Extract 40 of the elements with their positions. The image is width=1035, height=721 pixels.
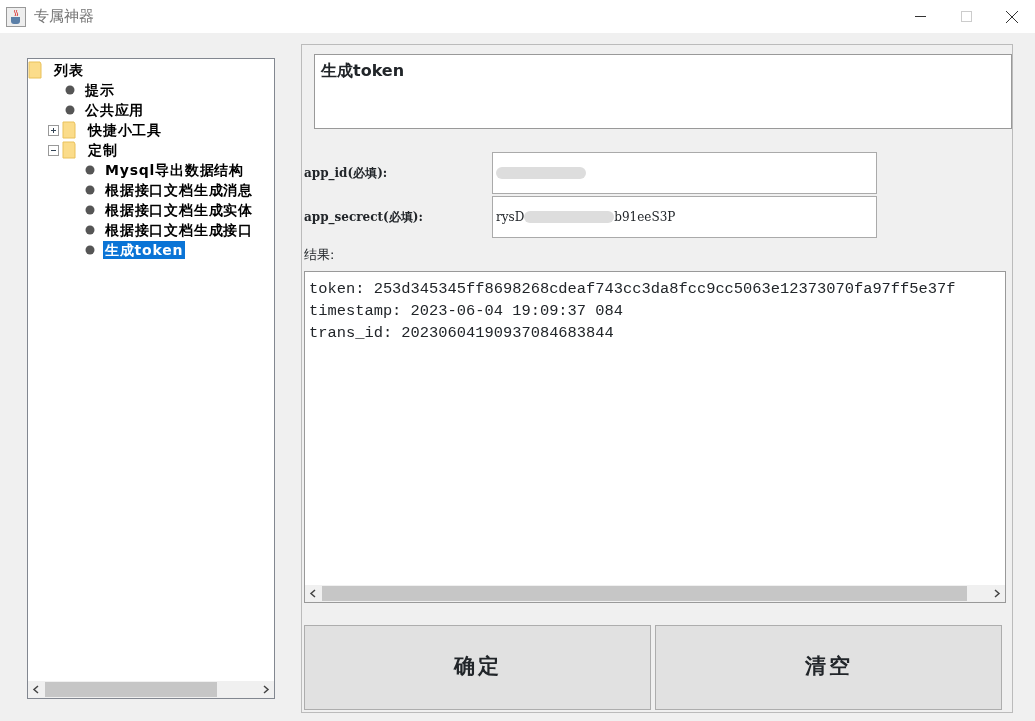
field-label: app_secrect(必填): [304, 209, 424, 226]
tree-item[interactable]: 提示 [83, 81, 117, 99]
bullet-icon [65, 85, 75, 95]
tree-item[interactable]: 根据接口文档生成消息 [103, 181, 255, 199]
tree-item[interactable]: Mysql导出数据结构 [103, 161, 246, 179]
field-label: app_id(必填): [304, 165, 389, 182]
collapse-icon[interactable] [48, 144, 59, 156]
expand-icon[interactable] [48, 124, 59, 136]
bullet-icon [85, 225, 95, 235]
field-value: b91eeS3P [614, 209, 676, 226]
result-line: trans_id: 20230604190937084683844 [309, 322, 615, 344]
horizontal-scrollbar[interactable] [28, 681, 274, 698]
tree-item[interactable]: 快捷小工具 [86, 121, 164, 139]
close-icon [1006, 10, 1018, 23]
action-button[interactable]: 清空 [655, 624, 1002, 710]
coffee-cup-icon [6, 6, 26, 27]
result-line: token: 253d345345ff8698268cdeaf743cc3da8fcc9cc5063e12373070fa97ff5e37f [309, 278, 957, 300]
tree-item[interactable]: 生成token [103, 241, 186, 259]
bullet-icon [85, 185, 95, 195]
input-field[interactable]: rysD b91eeS3P [492, 196, 877, 238]
tree-item[interactable]: 根据接口文档生成实体 [103, 201, 255, 219]
action-button[interactable]: 确定 [304, 624, 651, 710]
tree-item[interactable]: 列表 [52, 61, 86, 79]
heading-text: 生成token [321, 61, 405, 80]
bullet-icon [85, 165, 95, 175]
bullet-icon [65, 105, 75, 115]
result-label: 结果: [304, 246, 336, 264]
result-area[interactable]: token: 253d345345ff8698268cdeaf743cc3da8fcc9cc5063e12373070fa97ff5e37f timestamp: 2023-06-04 19:09:37 084 trans_id: 20230604190937084683844 [304, 270, 1006, 603]
input-field[interactable] [492, 152, 877, 194]
field-value: rysD [496, 209, 525, 226]
tree-item[interactable]: 定制 [86, 141, 120, 159]
tree-item[interactable]: 根据接口文档生成接口 [103, 221, 255, 239]
bullet-icon [85, 205, 95, 215]
maximize-icon [960, 11, 972, 22]
bullet-icon [85, 245, 95, 255]
window-title: 专属神器 [34, 6, 94, 28]
tree-item[interactable]: 公共应用 [83, 101, 147, 119]
horizontal-scrollbar[interactable] [305, 584, 1005, 602]
result-line: timestamp: 2023-06-04 19:09:37 084 [309, 300, 625, 322]
minimize-icon [914, 15, 926, 18]
